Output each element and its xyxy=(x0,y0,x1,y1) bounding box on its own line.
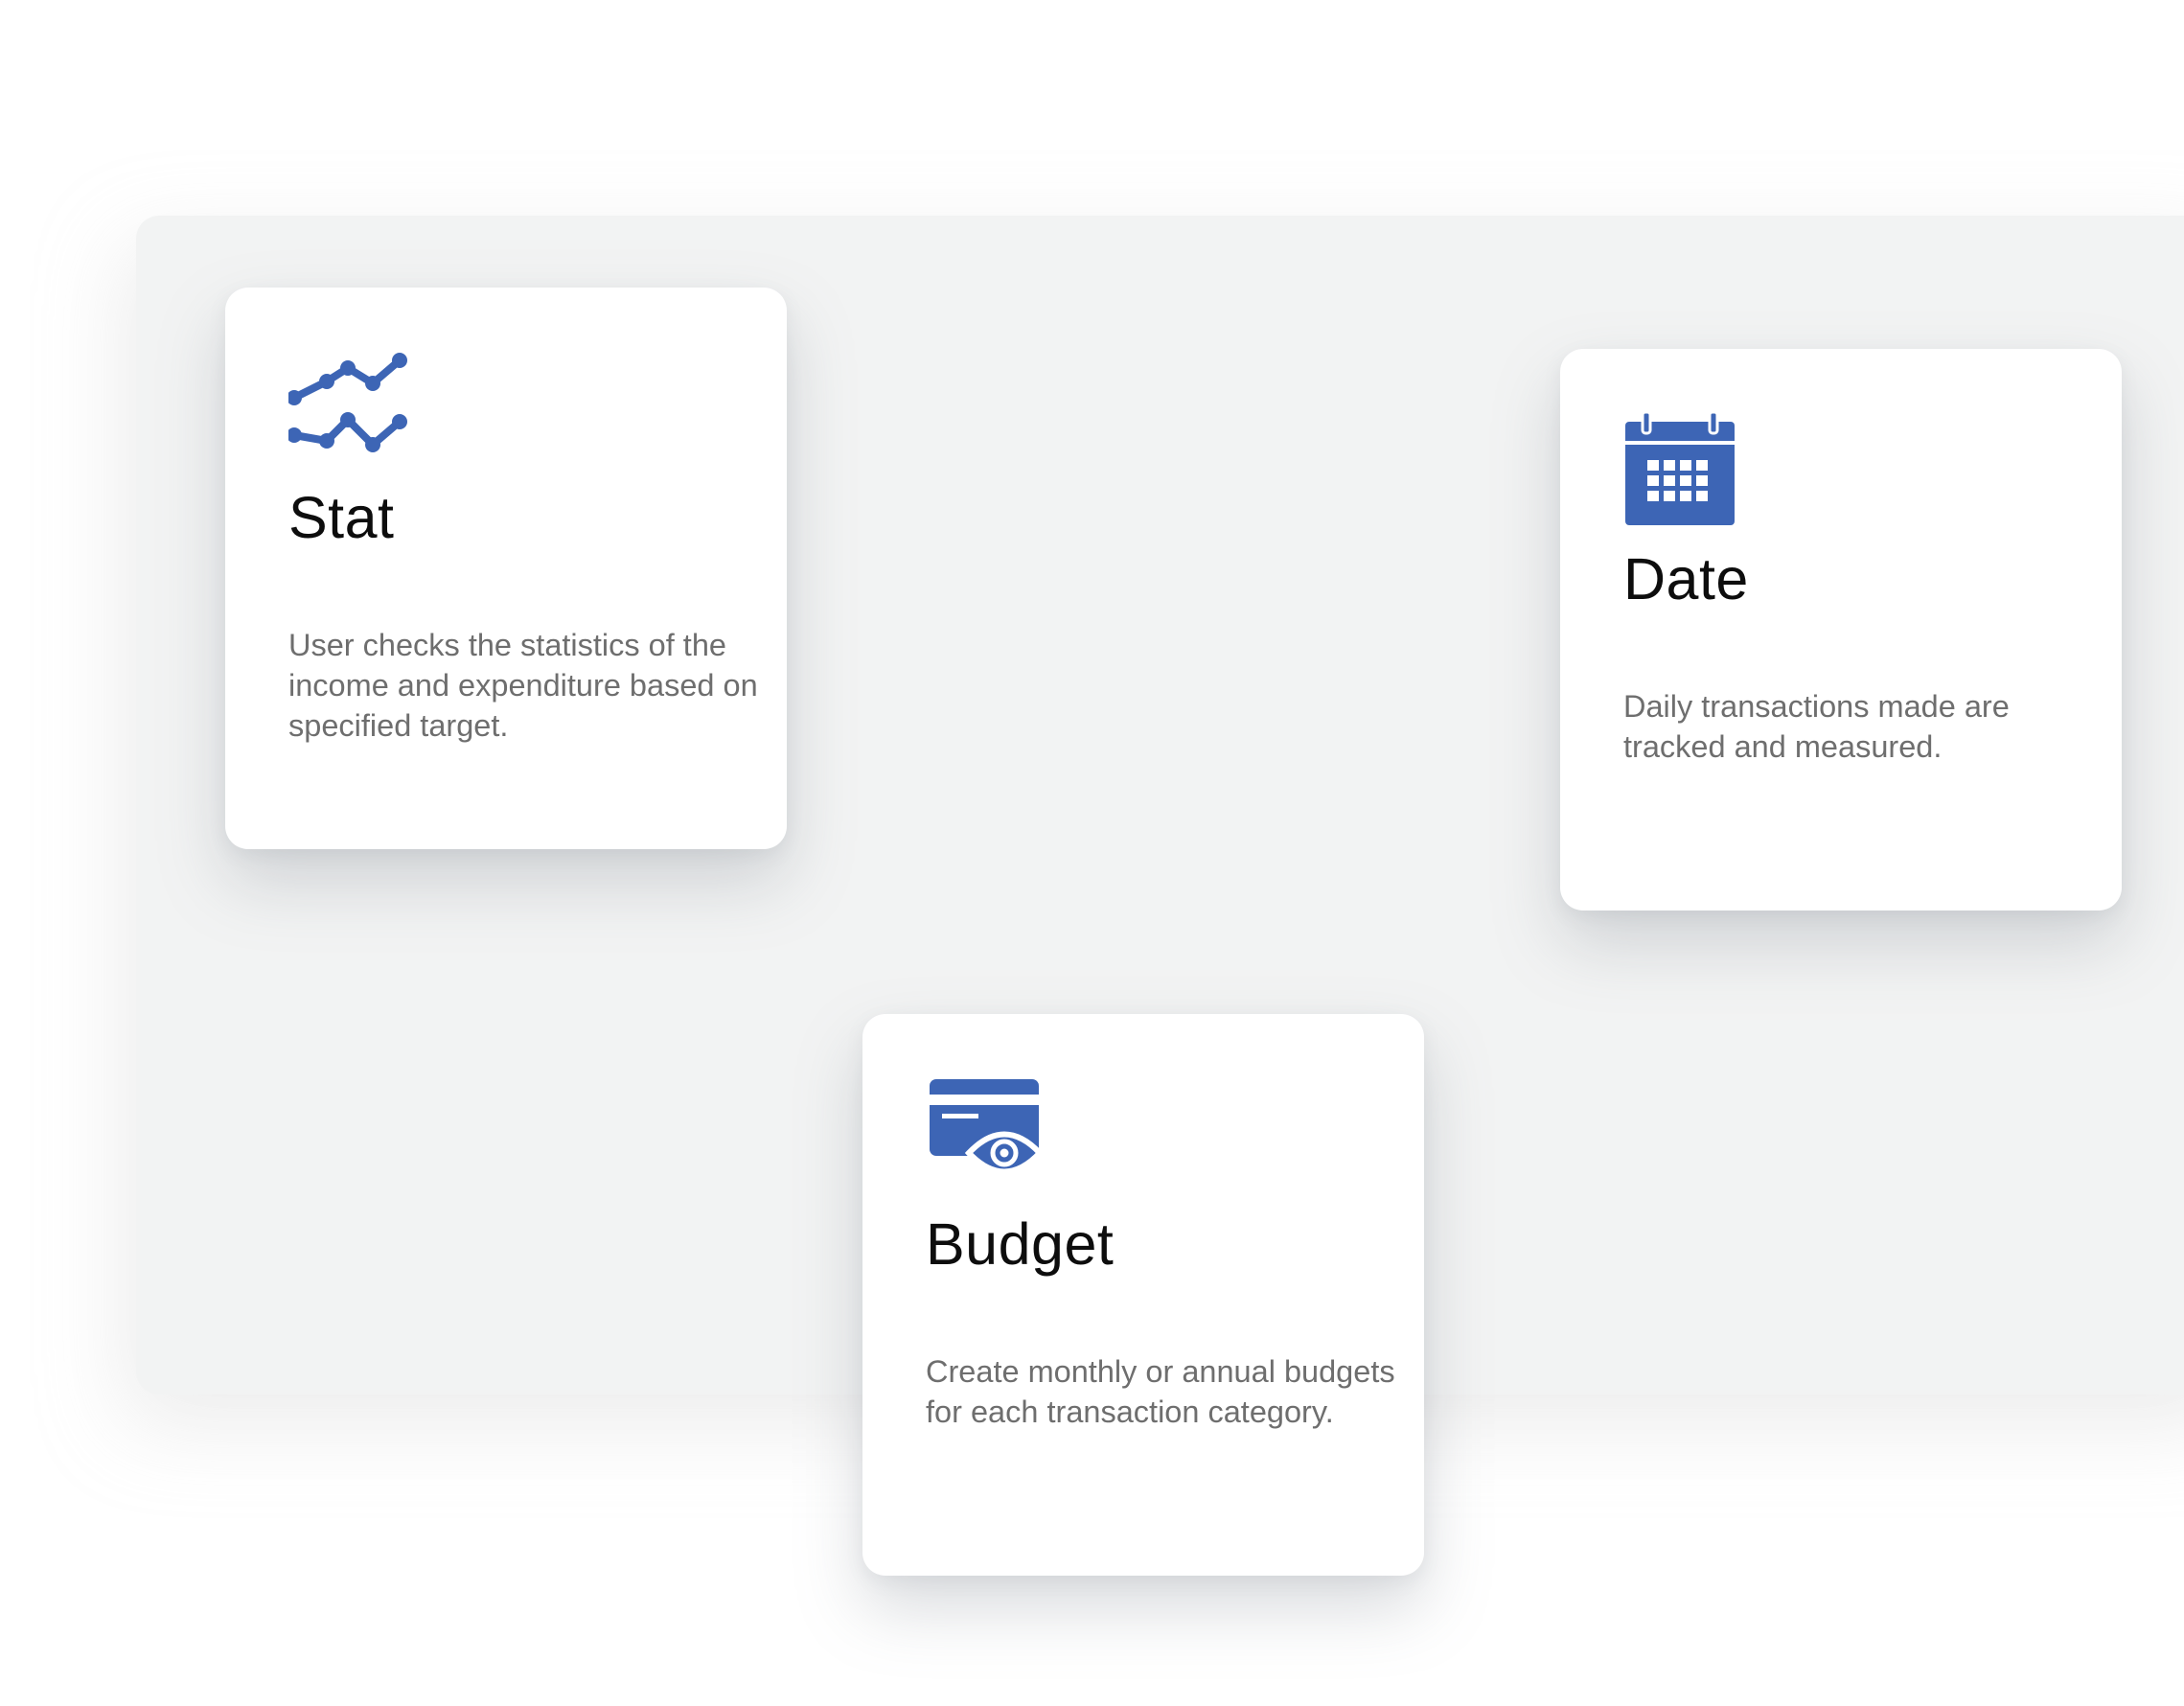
feature-card-budget[interactable]: Budget Create monthly or annual budgets … xyxy=(862,1014,1424,1576)
feature-showcase: Stat User checks the statistics of the i… xyxy=(0,0,2184,1706)
feature-card-date[interactable]: Date Daily transactions made are tracked… xyxy=(1560,349,2122,911)
feature-card-stat[interactable]: Stat User checks the statistics of the i… xyxy=(225,288,787,849)
stats-line-chart-icon xyxy=(288,351,407,470)
credit-card-eye-icon xyxy=(926,1077,1045,1196)
card-description: Create monthly or annual budgets for eac… xyxy=(926,1354,1395,1429)
card-description: Daily transactions made are tracked and … xyxy=(1623,689,2010,764)
card-description: User checks the statistics of the income… xyxy=(288,628,758,743)
card-title: Stat xyxy=(288,485,395,550)
card-title: Budget xyxy=(926,1211,1115,1277)
card-title: Date xyxy=(1623,546,1749,611)
calendar-icon xyxy=(1623,412,1742,531)
